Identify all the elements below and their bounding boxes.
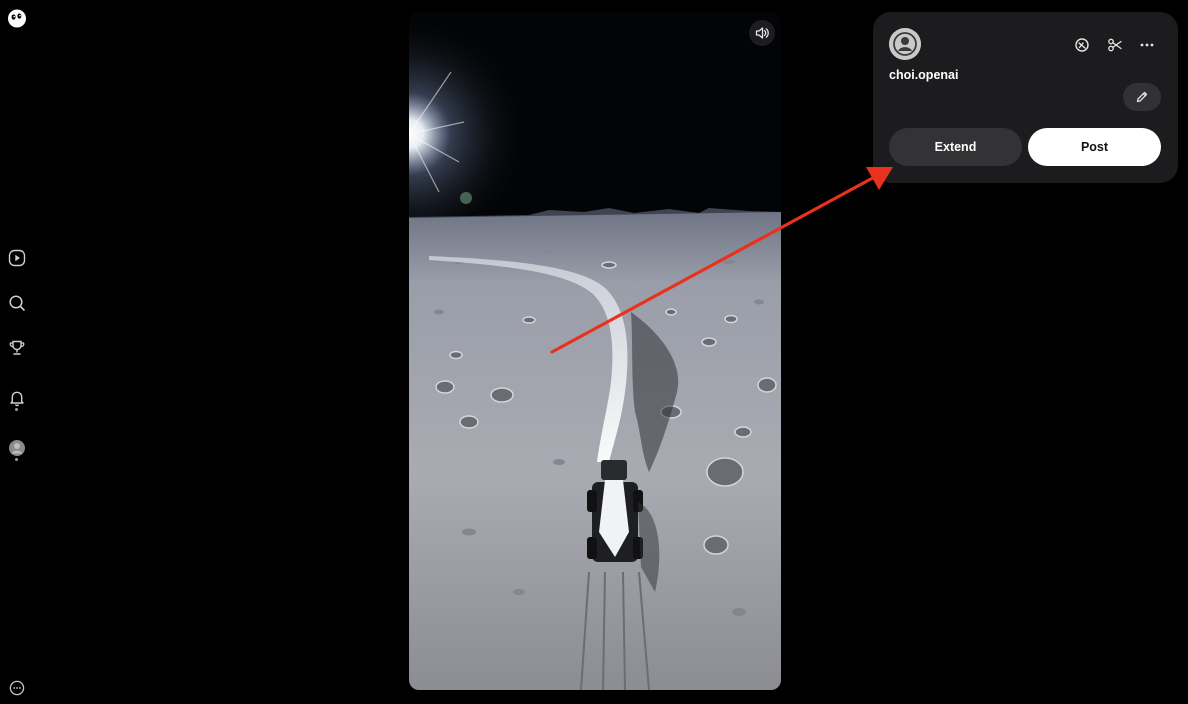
bell-icon[interactable] (7, 388, 27, 408)
user-avatar[interactable] (889, 28, 921, 60)
remix-icon (1075, 38, 1089, 52)
video-player[interactable] (409, 12, 781, 690)
edit-button[interactable] (1123, 83, 1161, 111)
remix-button[interactable] (1071, 34, 1093, 56)
speaker-icon (755, 27, 769, 39)
username-label[interactable]: choi.openai (889, 68, 958, 82)
notification-indicator-dot (15, 408, 18, 411)
profile-avatar[interactable] (7, 438, 27, 458)
sound-toggle-button[interactable] (749, 20, 775, 46)
trophy-icon[interactable] (7, 338, 27, 358)
play-icon[interactable] (7, 248, 27, 268)
pencil-icon (1136, 91, 1148, 103)
trim-button[interactable] (1104, 34, 1126, 56)
app-logo-icon[interactable] (7, 8, 27, 28)
ellipsis-circle-icon[interactable] (7, 678, 27, 698)
extend-button[interactable]: Extend (889, 128, 1022, 166)
search-icon[interactable] (7, 293, 27, 313)
profile-indicator-dot (15, 458, 18, 461)
more-horizontal-icon (1140, 43, 1154, 47)
post-details-panel: choi.openai Extend Post (873, 12, 1178, 183)
video-frame-moon-rover (409, 12, 781, 690)
app-root: choi.openai Extend Post (0, 0, 1188, 704)
more-options-button[interactable] (1136, 34, 1158, 56)
post-button[interactable]: Post (1028, 128, 1161, 166)
left-nav-rail (0, 0, 34, 704)
scissors-icon (1108, 38, 1122, 52)
